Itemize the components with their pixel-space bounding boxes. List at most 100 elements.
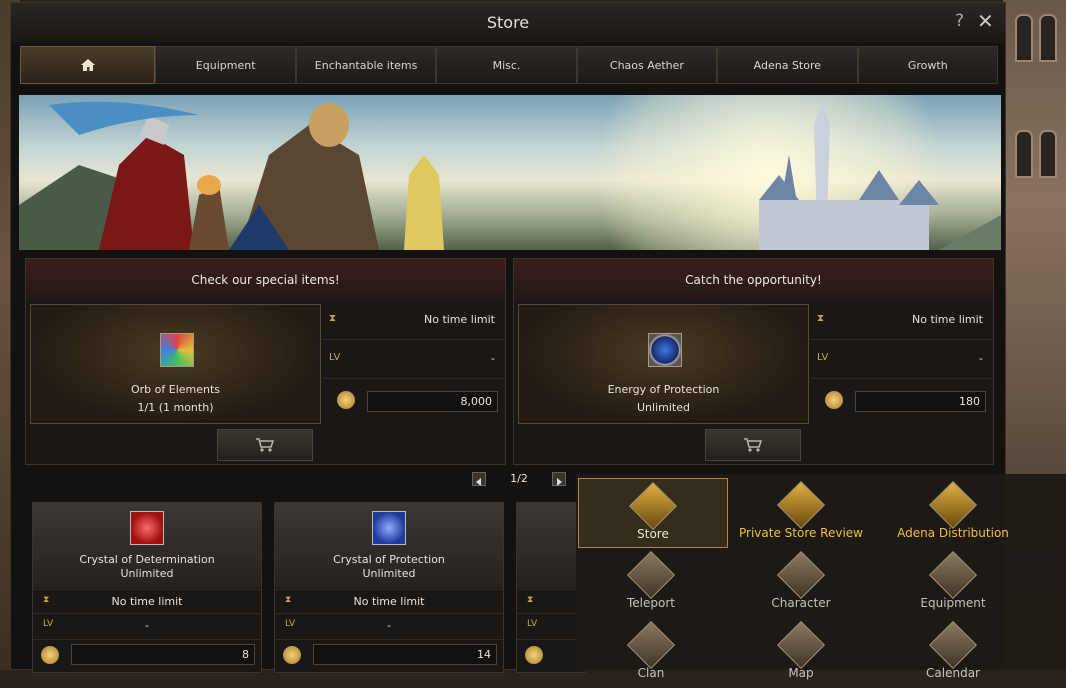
tab-chaos-aether[interactable]: Chaos Aether xyxy=(576,46,718,84)
promo-item-card[interactable]: Energy of Protection Unlimited xyxy=(518,304,809,424)
menu-label: Adena Distribution xyxy=(897,526,1009,540)
help-icon[interactable]: ? xyxy=(955,11,964,31)
menu-character[interactable]: Character xyxy=(726,548,876,618)
menu-label: Map xyxy=(788,666,814,680)
title-bar: Store ? ✕ xyxy=(11,3,1005,43)
promo-item-name: Energy of Protection xyxy=(607,383,720,396)
coin-icon xyxy=(525,646,543,664)
menu-map[interactable]: Map xyxy=(726,618,876,688)
tab-equipment[interactable]: Equipment xyxy=(155,46,296,84)
menu-label: Calendar xyxy=(926,666,980,680)
menu-adena-distribution[interactable]: Adena Distribution xyxy=(878,478,1028,548)
time-limit-row: ⧗ No time limit xyxy=(33,589,261,614)
price-row: 8,000 xyxy=(323,383,505,421)
promo-panel-right: Catch the opportunity! Energy of Protect… xyxy=(513,258,994,465)
menu-label: Store xyxy=(637,527,669,541)
next-page-button[interactable] xyxy=(552,472,566,486)
menu-label: Equipment xyxy=(920,596,986,610)
scales-icon xyxy=(928,480,978,530)
calendar-icon xyxy=(928,620,978,670)
level-value: - xyxy=(145,619,149,632)
tab-home[interactable] xyxy=(20,46,156,84)
teleport-icon xyxy=(626,550,676,600)
time-limit-row: ⧗ No time limit xyxy=(811,301,993,340)
price-field: 8 xyxy=(71,644,255,665)
window-title: Store xyxy=(486,13,530,32)
hourglass-icon: ⧗ xyxy=(329,313,337,324)
product-card[interactable]: Crystal of Protection Unlimited ⧗ No tim… xyxy=(274,502,504,673)
time-limit-row: ⧗ No time limit xyxy=(275,589,503,614)
level-row: LV - xyxy=(275,613,503,638)
promo-panel-left: Check our special items! Orb of Elements… xyxy=(25,258,506,465)
menu-label: Clan xyxy=(637,666,665,680)
home-icon xyxy=(80,59,95,71)
menu-label: Private Store Review xyxy=(739,526,863,540)
price-field: 180 xyxy=(855,391,986,412)
menu-teleport[interactable]: Teleport xyxy=(576,548,726,618)
buy-button[interactable] xyxy=(705,429,801,461)
menu-equipment[interactable]: Equipment xyxy=(878,548,1028,618)
promo-header: Check our special items! xyxy=(26,259,505,301)
promo-item-duration: 1/1 (1 month) xyxy=(137,401,214,414)
tab-growth[interactable]: Growth xyxy=(857,46,998,84)
promo-item-card[interactable]: Orb of Elements 1/1 (1 month) xyxy=(30,304,321,424)
promo-item-name: Orb of Elements xyxy=(130,383,221,396)
time-limit-value: No time limit xyxy=(911,313,983,326)
store-icon xyxy=(628,481,678,531)
time-limit-row: ⧗ No time limit xyxy=(323,301,505,340)
quick-menu: Store Private Store Review Adena Distrib… xyxy=(576,474,1066,680)
prev-page-button[interactable] xyxy=(472,472,486,486)
menu-calendar[interactable]: Calendar xyxy=(878,618,1028,688)
tab-enchantable-items[interactable]: Enchantable items xyxy=(295,46,437,84)
energy-of-protection-icon xyxy=(648,333,682,367)
crystal-of-determination-icon xyxy=(130,511,164,545)
time-limit-value: No time limit xyxy=(111,595,183,608)
price-field: 14 xyxy=(313,644,497,665)
product-duration: Unlimited xyxy=(362,567,416,580)
product-duration: Unlimited xyxy=(120,567,174,580)
tab-adena-store[interactable]: Adena Store xyxy=(717,46,858,84)
price-field: 8,000 xyxy=(367,391,498,412)
menu-private-store-review[interactable]: Private Store Review xyxy=(726,478,876,548)
crystal-of-protection-icon xyxy=(372,511,406,545)
character-icon xyxy=(776,550,826,600)
price-row: 180 xyxy=(811,383,993,421)
price-row: 14 xyxy=(275,639,503,665)
arrow-left-icon xyxy=(476,478,481,486)
store-banner[interactable] xyxy=(19,95,1001,250)
coin-icon xyxy=(283,646,301,664)
time-limit-value: No time limit xyxy=(423,313,495,326)
menu-label: Teleport xyxy=(627,596,675,610)
level-label: LV xyxy=(527,619,538,629)
arrow-right-icon xyxy=(557,478,562,486)
level-value: - xyxy=(491,352,495,365)
promo-item-duration: Unlimited xyxy=(637,401,690,414)
level-row: LV - xyxy=(33,613,261,638)
hourglass-icon: ⧗ xyxy=(817,313,825,324)
equipment-icon xyxy=(928,550,978,600)
tab-misc[interactable]: Misc. xyxy=(436,46,577,84)
coin-icon xyxy=(41,646,59,664)
product-name: Crystal of Determination xyxy=(79,553,215,566)
coin-icon xyxy=(825,391,843,409)
level-label: LV xyxy=(329,352,341,363)
clan-icon xyxy=(626,620,676,670)
level-value: - xyxy=(387,619,391,632)
orb-of-elements-icon xyxy=(160,333,194,367)
price-row: 8 xyxy=(33,639,261,665)
coin-icon xyxy=(337,391,355,409)
product-name: Crystal of Protection xyxy=(333,553,445,566)
pager: 1/2 xyxy=(472,472,566,488)
buy-button[interactable] xyxy=(217,429,313,461)
close-icon[interactable]: ✕ xyxy=(977,9,994,33)
banner-art xyxy=(19,100,1001,250)
menu-label: Character xyxy=(771,596,831,610)
product-card[interactable]: Crystal of Determination Unlimited ⧗ No … xyxy=(32,502,262,673)
level-row: LV - xyxy=(323,340,505,379)
map-icon xyxy=(776,620,826,670)
store-tabs: Equipment Enchantable items Misc. Chaos … xyxy=(20,46,998,86)
promo-header: Catch the opportunity! xyxy=(514,259,993,301)
menu-clan[interactable]: Clan xyxy=(576,618,726,688)
menu-store[interactable]: Store xyxy=(578,478,728,548)
page-indicator: 1/2 xyxy=(510,472,528,485)
